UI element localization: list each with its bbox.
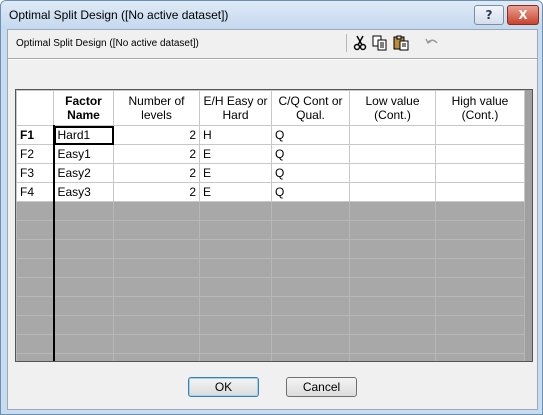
cont-qual-cell[interactable]: Q <box>271 182 350 202</box>
empty-row <box>16 353 525 361</box>
factor-name-cell[interactable]: Easy3 <box>53 182 114 202</box>
empty-row <box>16 334 525 354</box>
header-number-of-levels: Number of levels <box>113 90 200 126</box>
ok-button[interactable]: OK <box>188 377 259 397</box>
factor-name-cell[interactable]: Hard1 <box>53 125 114 145</box>
cut-icon[interactable] <box>350 33 370 53</box>
dialog-window: Optimal Split Design ([No active dataset… <box>0 0 543 415</box>
header-high-value: High value (Cont.) <box>435 90 525 126</box>
high-value-cell[interactable] <box>435 144 525 164</box>
empty-row <box>16 277 525 297</box>
cont-qual-cell[interactable]: Q <box>271 144 350 164</box>
high-value-cell[interactable] <box>435 163 525 183</box>
cancel-button[interactable]: Cancel <box>286 377 357 397</box>
empty-row <box>16 296 525 316</box>
close-button[interactable]: X <box>507 5 539 25</box>
empty-row <box>16 239 525 259</box>
cont-qual-cell[interactable]: Q <box>271 125 350 145</box>
subtitle: Optimal Split Design ([No active dataset… <box>16 38 199 49</box>
toolbar-divider <box>346 34 347 52</box>
levels-cell[interactable]: 2 <box>113 163 200 183</box>
levels-cell[interactable]: 2 <box>113 125 200 145</box>
window-title: Optimal Split Design ([No active dataset… <box>9 8 229 22</box>
easy-hard-cell[interactable]: E <box>199 163 272 183</box>
empty-row <box>16 258 525 278</box>
header-row: Factor Name Number of levels E/H Easy or… <box>16 90 525 126</box>
paste-icon[interactable] <box>391 33 411 53</box>
low-value-cell[interactable] <box>349 163 436 183</box>
row-header[interactable]: F2 <box>16 144 55 164</box>
levels-cell[interactable]: 2 <box>113 144 200 164</box>
header-cont-or-qual: C/Q Cont or Qual. <box>271 90 350 126</box>
empty-row <box>16 201 525 221</box>
row-header[interactable]: F4 <box>16 182 55 202</box>
empty-row <box>16 315 525 335</box>
factor-name-cell[interactable]: Easy1 <box>53 144 114 164</box>
table-row: F3 Easy2 2 E Q <box>16 163 525 183</box>
table-row: F1 Hard1 2 H Q <box>16 125 525 145</box>
header-low-value: Low value (Cont.) <box>349 90 436 126</box>
dialog-body: Optimal Split Design ([No active dataset… <box>7 29 538 410</box>
high-value-cell[interactable] <box>435 182 525 202</box>
corner-header <box>16 90 54 126</box>
low-value-cell[interactable] <box>349 182 436 202</box>
row-header[interactable]: F1 <box>16 125 55 145</box>
copy-icon[interactable] <box>370 33 390 53</box>
factor-grid[interactable]: Factor Name Number of levels E/H Easy or… <box>15 89 533 362</box>
easy-hard-cell[interactable]: H <box>199 125 272 145</box>
title-bar[interactable]: Optimal Split Design ([No active dataset… <box>1 1 542 29</box>
easy-hard-cell[interactable]: E <box>199 182 272 202</box>
row-header[interactable]: F3 <box>16 163 55 183</box>
undo-icon[interactable] <box>422 33 442 53</box>
header-separator <box>8 58 537 60</box>
cont-qual-cell[interactable]: Q <box>271 163 350 183</box>
table-row: F2 Easy1 2 E Q <box>16 144 525 164</box>
easy-hard-cell[interactable]: E <box>199 144 272 164</box>
factor-table: Factor Name Number of levels E/H Easy or… <box>16 90 525 361</box>
empty-row <box>16 220 525 240</box>
help-button[interactable]: ? <box>474 5 504 25</box>
low-value-cell[interactable] <box>349 125 436 145</box>
high-value-cell[interactable] <box>435 125 525 145</box>
levels-cell[interactable]: 2 <box>113 182 200 202</box>
table-row: F4 Easy3 2 E Q <box>16 182 525 202</box>
header-factor-name: Factor Name <box>53 90 114 126</box>
factor-name-cell[interactable]: Easy2 <box>53 163 114 183</box>
header-easy-or-hard: E/H Easy or Hard <box>199 90 272 126</box>
low-value-cell[interactable] <box>349 144 436 164</box>
